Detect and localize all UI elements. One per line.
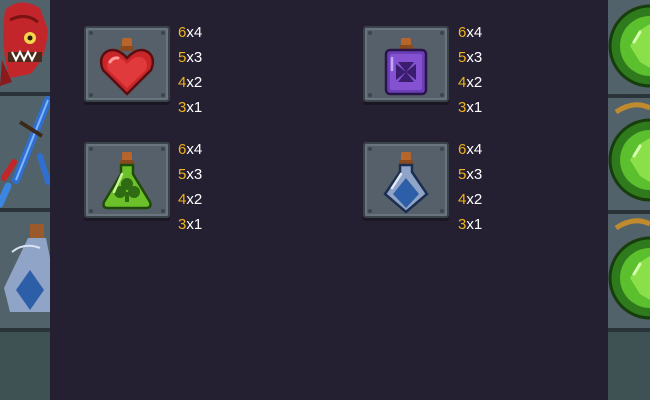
- pay-list: 6x4 5x3 4x2 3x1: [178, 20, 202, 120]
- reel-tile: [0, 96, 50, 212]
- pay-value: 2: [193, 191, 203, 208]
- pay-row: 6x4: [458, 20, 482, 45]
- pay-list: 6x4 5x3 4x2 3x1: [458, 20, 482, 120]
- pay-separator: x: [466, 99, 474, 116]
- reel-tile: [608, 332, 650, 400]
- reel-tile: [608, 214, 650, 332]
- blue-diamond-potion-icon: [0, 212, 50, 328]
- paytable-panel: 6x4 5x3 4x2 3x1 6x4 5x3 4x2 3x1 6x4 5x3 …: [50, 0, 608, 400]
- pay-value: 1: [473, 216, 483, 233]
- pay-value: 2: [473, 191, 483, 208]
- pay-value: 3: [193, 49, 203, 66]
- green-gem-amulet-icon: [608, 98, 650, 210]
- pay-separator: x: [466, 74, 474, 91]
- pay-separator: x: [466, 166, 474, 183]
- pay-separator: x: [186, 191, 194, 208]
- pay-separator: x: [186, 166, 194, 183]
- symbol-card: [363, 26, 449, 102]
- blue-diamond-potion-icon: [383, 152, 429, 214]
- pay-value: 2: [473, 74, 483, 91]
- pay-row: 6x4: [178, 137, 202, 162]
- pay-separator: x: [186, 216, 194, 233]
- pay-row: 5x3: [458, 162, 482, 187]
- pay-list: 6x4 5x3 4x2 3x1: [178, 137, 202, 237]
- pay-separator: x: [186, 49, 194, 66]
- red-heart-potion-icon: [99, 38, 155, 96]
- pay-value: 1: [193, 216, 203, 233]
- symbol-card: [84, 26, 170, 102]
- pay-separator: x: [186, 99, 194, 116]
- reel-tile: [0, 0, 50, 96]
- pay-separator: x: [466, 191, 474, 208]
- left-reel-strip: [0, 0, 50, 400]
- game-stage: 6x4 5x3 4x2 3x1 6x4 5x3 4x2 3x1 6x4 5x3 …: [0, 0, 650, 400]
- pay-value: 4: [193, 24, 203, 41]
- pay-separator: x: [466, 24, 474, 41]
- pay-row: 4x2: [178, 70, 202, 95]
- pay-value: 3: [473, 166, 483, 183]
- pay-row: 3x1: [458, 212, 482, 237]
- pay-separator: x: [466, 216, 474, 233]
- pay-row: 5x3: [458, 45, 482, 70]
- pay-list: 6x4 5x3 4x2 3x1: [458, 137, 482, 237]
- pay-value: 1: [473, 99, 483, 116]
- pay-value: 4: [473, 24, 483, 41]
- pay-value: 1: [193, 99, 203, 116]
- pay-row: 4x2: [458, 187, 482, 212]
- reel-tile: [608, 0, 650, 98]
- pay-row: 4x2: [458, 70, 482, 95]
- green-club-potion-icon: [102, 152, 152, 210]
- green-gem-amulet-icon: [608, 214, 650, 328]
- pay-row: 5x3: [178, 162, 202, 187]
- symbol-card: [363, 142, 449, 218]
- pay-separator: x: [466, 141, 474, 158]
- reel-tile: [0, 332, 50, 400]
- pay-separator: x: [466, 49, 474, 66]
- purple-cross-potion-icon: [384, 38, 428, 96]
- pay-value: 3: [193, 166, 203, 183]
- pay-value: 4: [473, 141, 483, 158]
- green-gem-amulet-icon: [608, 0, 650, 94]
- reel-tile: [608, 98, 650, 214]
- pay-row: 5x3: [178, 45, 202, 70]
- pay-separator: x: [186, 24, 194, 41]
- symbol-card: [84, 142, 170, 218]
- pay-separator: x: [186, 74, 194, 91]
- reel-tile: [0, 212, 50, 332]
- pay-row: 6x4: [458, 137, 482, 162]
- blue-sword-icon: [0, 96, 50, 208]
- pay-row: 3x1: [178, 95, 202, 120]
- pay-value: 3: [473, 49, 483, 66]
- pay-value: 2: [193, 74, 203, 91]
- pay-row: 3x1: [458, 95, 482, 120]
- right-reel-strip: [608, 0, 650, 400]
- pay-row: 3x1: [178, 212, 202, 237]
- pay-row: 6x4: [178, 20, 202, 45]
- pay-row: 4x2: [178, 187, 202, 212]
- pay-value: 4: [193, 141, 203, 158]
- pay-separator: x: [186, 141, 194, 158]
- red-monster-icon: [0, 0, 50, 92]
